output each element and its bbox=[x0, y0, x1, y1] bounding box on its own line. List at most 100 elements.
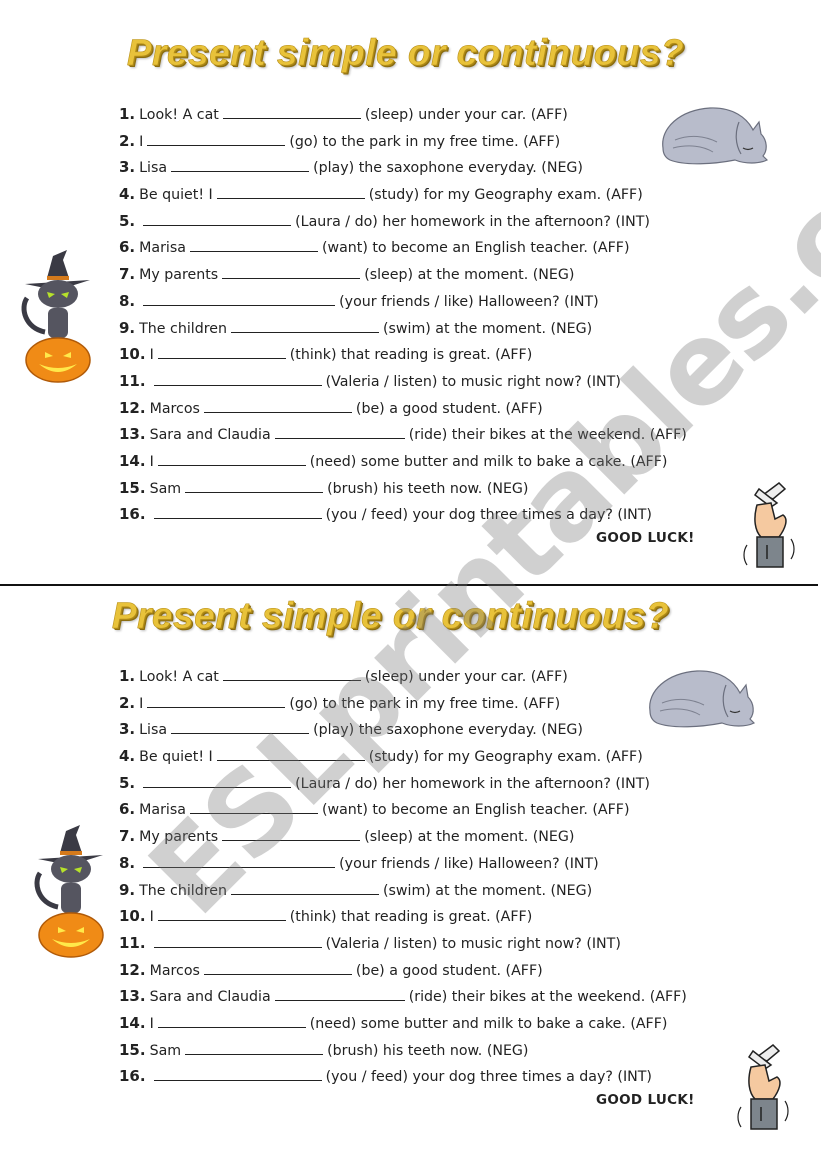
item-number: 16. bbox=[119, 1067, 146, 1086]
crossed-fingers-icon bbox=[743, 482, 795, 568]
item-clue: (need) some butter and milk to bake a ca… bbox=[309, 1015, 668, 1032]
item-number: 14. bbox=[119, 1013, 146, 1032]
item-number: 2. bbox=[119, 131, 136, 150]
item-prompt: Sara and Claudia bbox=[149, 989, 271, 1006]
answer-blank[interactable] bbox=[147, 131, 286, 146]
sleeping-cat-icon bbox=[662, 107, 769, 165]
item-prompt: Look! A cat bbox=[139, 669, 219, 685]
exercise-item: 16. (you / feed) your dog three times a d… bbox=[119, 501, 687, 528]
exercise-item: 15. Sam (brush) his teeth now. (NEG) bbox=[119, 475, 687, 502]
exercise-item: 5. (Laura / do) her homework in the after… bbox=[119, 208, 687, 235]
item-number: 1. bbox=[119, 105, 136, 123]
item-clue: (swim) at the moment. (NEG) bbox=[382, 320, 593, 337]
item-number: 11. bbox=[119, 371, 146, 390]
item-number: 6. bbox=[119, 800, 136, 819]
item-clue: (Laura / do) her homework in the afterno… bbox=[295, 775, 650, 792]
worksheet-copy-top: Present simple or continuous? 1. Look! A … bbox=[0, 0, 821, 580]
answer-blank[interactable] bbox=[216, 746, 365, 762]
answer-blank[interactable] bbox=[171, 157, 310, 173]
answer-blank[interactable] bbox=[153, 1066, 322, 1082]
item-clue: (think) that reading is great. (AFF) bbox=[289, 347, 533, 364]
exercise-item: 4. Be quiet! I (study) for my Geography ex… bbox=[119, 181, 687, 208]
answer-blank[interactable] bbox=[157, 1013, 306, 1028]
item-number: 10. bbox=[119, 345, 146, 364]
answer-blank[interactable] bbox=[222, 104, 361, 119]
item-clue: (ride) their bikes at the weekend. (AFF) bbox=[408, 989, 687, 1006]
answer-blank[interactable] bbox=[153, 504, 322, 520]
item-clue: (go) to the park in my free time. (AFF) bbox=[289, 133, 561, 150]
answer-blank[interactable] bbox=[274, 986, 405, 1002]
answer-blank[interactable] bbox=[222, 666, 361, 681]
item-clue: (play) the saxophone everyday. (NEG) bbox=[313, 722, 583, 739]
item-clue: (ride) their bikes at the weekend. (AFF) bbox=[408, 427, 687, 444]
item-clue: (you / feed) your dog three times a day?… bbox=[325, 507, 652, 524]
answer-blank[interactable] bbox=[143, 291, 336, 306]
exercise-list: 1. Look! A cat (sleep) under your car. (AF… bbox=[119, 663, 687, 1090]
item-number: 13. bbox=[119, 425, 146, 444]
item-number: 12. bbox=[119, 960, 146, 979]
answer-blank[interactable] bbox=[189, 237, 318, 253]
exercise-item: 3. Lisa (play) the saxophone everyday. (NE… bbox=[119, 716, 687, 743]
item-number: 9. bbox=[119, 318, 136, 337]
exercise-item: 8. (your friends / like) Halloween? (INT) bbox=[119, 288, 687, 315]
item-number: 5. bbox=[119, 773, 136, 792]
item-clue: (go) to the park in my free time. (AFF) bbox=[289, 695, 561, 712]
answer-blank[interactable] bbox=[203, 398, 352, 413]
exercise-item: 7. My parents (sleep) at the moment. (NEG) bbox=[119, 261, 687, 288]
item-prompt: Lisa bbox=[139, 722, 168, 739]
exercise-item: 16. (you / feed) your dog three times a d… bbox=[119, 1063, 687, 1090]
exercise-item: 4. Be quiet! I (study) for my Geography ex… bbox=[119, 743, 687, 770]
answer-blank[interactable] bbox=[171, 719, 310, 735]
answer-blank[interactable] bbox=[189, 799, 318, 815]
exercise-list: 1. Look! A cat (sleep) under your car. (AF… bbox=[119, 101, 687, 528]
exercise-item: 14. I (need) some butter and milk to bake … bbox=[119, 1010, 687, 1037]
answer-blank[interactable] bbox=[185, 478, 324, 493]
item-clue: (want) to become an English teacher. (AF… bbox=[321, 240, 630, 257]
answer-blank[interactable] bbox=[230, 318, 379, 333]
answer-blank[interactable] bbox=[157, 344, 286, 360]
answer-blank[interactable] bbox=[222, 264, 361, 280]
answer-blank[interactable] bbox=[147, 693, 286, 708]
exercise-item: 10. I (think) that reading is great. (AFF) bbox=[119, 903, 687, 930]
answer-blank[interactable] bbox=[222, 826, 361, 842]
exercise-item: 1. Look! A cat (sleep) under your car. (AF… bbox=[119, 663, 687, 690]
item-clue: (brush) his teeth now. (NEG) bbox=[327, 480, 529, 497]
item-number: 7. bbox=[119, 265, 136, 284]
item-prompt: My parents bbox=[139, 829, 219, 846]
exercise-item: 7. My parents (sleep) at the moment. (NEG) bbox=[119, 823, 687, 850]
item-number: 10. bbox=[119, 907, 146, 926]
item-prompt: I bbox=[149, 909, 154, 926]
answer-blank[interactable] bbox=[185, 1040, 324, 1055]
exercise-item: 11. (Valeria / listen) to music right now… bbox=[119, 368, 687, 395]
item-clue: (think) that reading is great. (AFF) bbox=[289, 909, 533, 926]
exercise-item: 12. Marcos (be) a good student. (AFF) bbox=[119, 957, 687, 984]
answer-blank[interactable] bbox=[157, 906, 286, 922]
sleeping-cat-icon bbox=[649, 670, 756, 728]
item-prompt: I bbox=[149, 453, 154, 470]
answer-blank[interactable] bbox=[143, 853, 336, 868]
item-number: 3. bbox=[119, 720, 136, 739]
item-clue: (sleep) at the moment. (NEG) bbox=[364, 829, 575, 846]
answer-blank[interactable] bbox=[143, 773, 292, 788]
item-prompt: Be quiet! I bbox=[139, 187, 213, 204]
answer-blank[interactable] bbox=[153, 371, 322, 386]
exercise-item: 14. I (need) some butter and milk to bake … bbox=[119, 448, 687, 475]
answer-blank[interactable] bbox=[203, 960, 352, 975]
answer-blank[interactable] bbox=[216, 184, 365, 200]
item-prompt: Be quiet! I bbox=[139, 749, 213, 766]
answer-blank[interactable] bbox=[157, 451, 306, 466]
item-number: 4. bbox=[119, 747, 136, 766]
item-number: 13. bbox=[119, 987, 146, 1006]
crossed-fingers-icon bbox=[737, 1044, 789, 1130]
exercise-item: 9. The children (swim) at the moment. (NEG… bbox=[119, 315, 687, 342]
answer-blank[interactable] bbox=[153, 933, 322, 948]
item-clue: (study) for my Geography exam. (AFF) bbox=[368, 749, 643, 766]
exercise-item: 2. I (go) to the park in my free time. (AF… bbox=[119, 128, 687, 155]
answer-blank[interactable] bbox=[274, 424, 405, 440]
item-number: 4. bbox=[119, 185, 136, 204]
item-prompt: Sam bbox=[149, 480, 182, 497]
item-prompt: I bbox=[139, 695, 144, 712]
item-prompt: Lisa bbox=[139, 160, 168, 177]
answer-blank[interactable] bbox=[143, 211, 292, 226]
answer-blank[interactable] bbox=[230, 880, 379, 895]
